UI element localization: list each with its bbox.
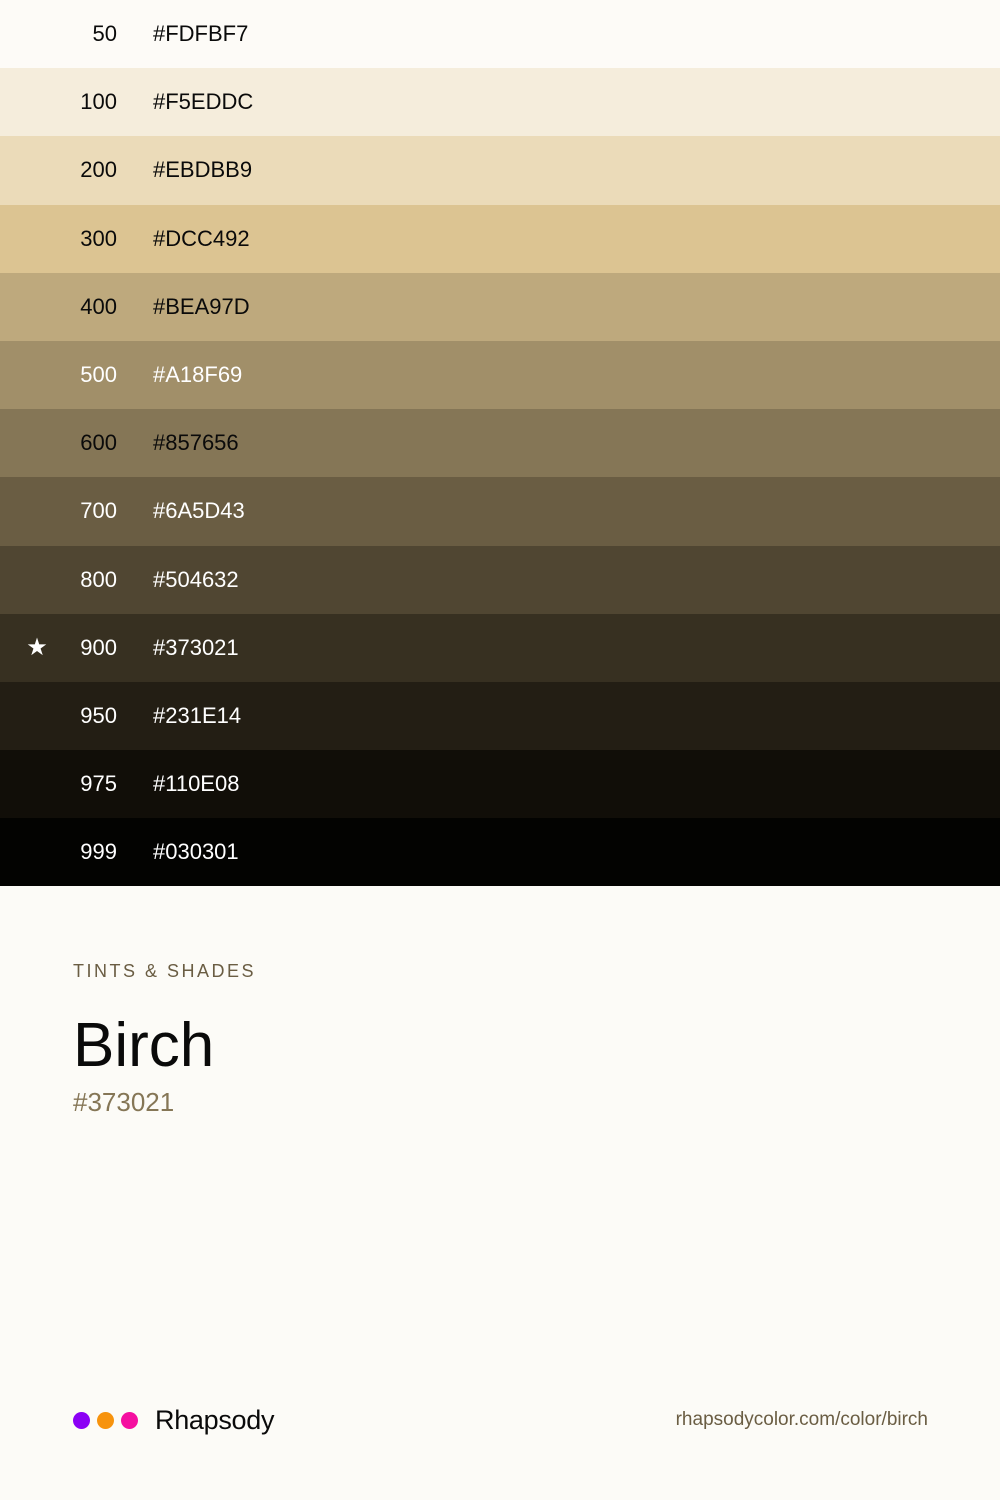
swatch-step: 700 [80, 498, 117, 524]
swatch-row-200[interactable]: 200 #EBDBB9 [0, 136, 1000, 205]
swatch-row-600[interactable]: 600 #857656 [0, 409, 1000, 478]
swatch-hex: #DCC492 [153, 225, 250, 251]
brand-name: Rhapsody [155, 1404, 275, 1435]
swatch-step: 600 [80, 430, 117, 456]
color-info: TINTS & SHADES Birch #373021 [73, 958, 256, 1118]
swatch-step: 950 [80, 702, 117, 728]
swatch-hex: #110E08 [153, 771, 240, 797]
footer: Rhapsody rhapsodycolor.com/color/birch [73, 1400, 928, 1440]
swatch-step: 200 [80, 157, 117, 183]
swatch-row-950[interactable]: 950 #231E14 [0, 681, 1000, 751]
swatch-step: 500 [80, 361, 117, 387]
swatch-row-100[interactable]: 100 #F5EDDC [0, 68, 1000, 137]
swatch-row-700[interactable]: 700 #6A5D43 [0, 477, 1000, 546]
swatch-row-300[interactable]: 300 #DCC492 [0, 204, 1000, 273]
swatch-hex: #F5EDDC [153, 89, 254, 115]
swatch-step: 400 [80, 293, 117, 319]
swatch-step: 900 [80, 634, 117, 660]
swatch-step: 999 [80, 839, 117, 865]
swatch-step: 800 [80, 566, 117, 592]
swatch-hex: #857656 [153, 430, 239, 456]
swatch-row-800[interactable]: 800 #504632 [0, 545, 1000, 614]
swatch-row-975[interactable]: 975 #110E08 [0, 750, 1000, 819]
swatch-hex: #373021 [153, 634, 239, 660]
swatch-hex: #231E14 [153, 702, 242, 728]
swatch-row-400[interactable]: 400 #BEA97D [0, 272, 1000, 341]
brand-dot-pink [121, 1411, 138, 1429]
swatch-step: 50 [92, 21, 117, 46]
swatch-hex: #FDFBF7 [153, 21, 249, 46]
swatch-hex: #6A5D43 [153, 498, 245, 524]
section-eyebrow: TINTS & SHADES [73, 961, 257, 981]
brand-logo[interactable]: Rhapsody [73, 1405, 274, 1436]
swatch-step: 975 [80, 771, 117, 797]
swatch-row-50[interactable]: 50 #FDFBF7 [0, 0, 1000, 69]
swatch-row-900[interactable]: ★ 900 #373021 [0, 613, 1000, 682]
brand-dot-purple [73, 1411, 90, 1429]
color-hex-subtitle: #373021 [73, 1087, 175, 1117]
swatch-step: 100 [80, 89, 117, 115]
swatch-hex: #A18F69 [153, 361, 243, 387]
page-url-link[interactable]: rhapsodycolor.com/color/birch [676, 1409, 928, 1431]
swatch-hex: #030301 [153, 839, 239, 865]
swatch-row-500[interactable]: 500 #A18F69 [0, 340, 1000, 410]
swatch-hex: #504632 [153, 566, 239, 592]
swatch-row-999[interactable]: 999 #030301 [0, 818, 1000, 887]
brand-dot-orange [97, 1411, 114, 1429]
swatch-list: 50 #FDFBF7 100 #F5EDDC 200 #EBDBB9 300 #DCC492 4… [0, 0, 1000, 887]
color-name-title: Birch [73, 1011, 215, 1080]
swatch-hex: #BEA97D [153, 293, 250, 319]
swatch-step: 300 [80, 225, 117, 251]
swatch-hex: #EBDBB9 [153, 157, 253, 183]
